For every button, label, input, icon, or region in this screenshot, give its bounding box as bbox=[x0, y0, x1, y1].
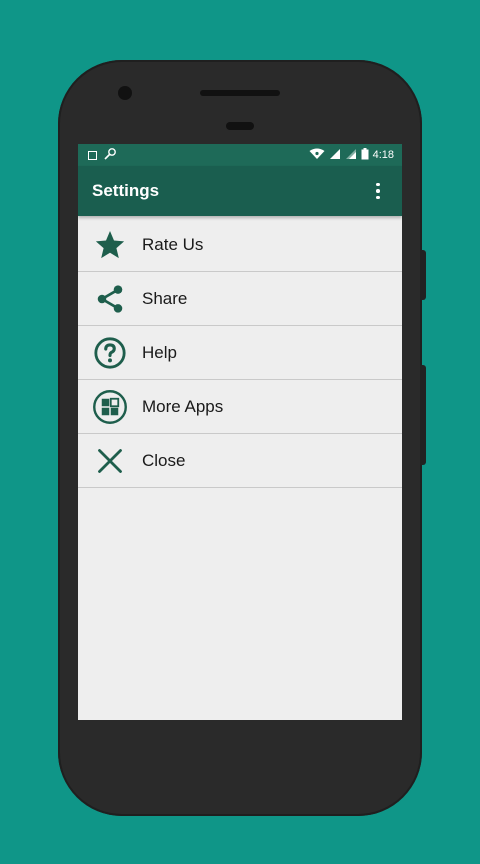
menu-item-label: Help bbox=[142, 342, 177, 362]
status-bar: 4:18 bbox=[78, 144, 402, 166]
app-bar: Settings bbox=[78, 166, 402, 216]
menu-item-help[interactable]: Help bbox=[78, 326, 402, 380]
power-button bbox=[420, 250, 426, 300]
apps-grid-icon bbox=[93, 389, 127, 424]
close-icon bbox=[98, 448, 122, 473]
battery-icon bbox=[361, 147, 369, 163]
front-camera bbox=[118, 86, 132, 100]
earpiece-speaker bbox=[200, 90, 280, 96]
page-title: Settings bbox=[92, 181, 160, 200]
star-icon bbox=[95, 230, 125, 258]
notification-square-icon bbox=[88, 150, 97, 160]
signal-icon-2 bbox=[345, 148, 357, 163]
wifi-icon bbox=[309, 148, 325, 163]
phone-screen: 4:18 Settings Rate Us Share Help More Ap… bbox=[78, 144, 402, 720]
status-time: 4:18 bbox=[372, 149, 394, 161]
settings-list: Rate Us Share Help More Apps Close bbox=[78, 218, 402, 488]
proximity-sensor bbox=[226, 122, 254, 130]
menu-item-label: Share bbox=[142, 288, 188, 308]
more-vert-icon[interactable] bbox=[368, 179, 388, 203]
menu-item-close[interactable]: Close bbox=[78, 434, 402, 488]
menu-item-label: Close bbox=[142, 450, 186, 470]
menu-item-share[interactable]: Share bbox=[78, 272, 402, 326]
menu-item-more-apps[interactable]: More Apps bbox=[78, 380, 402, 434]
share-icon bbox=[97, 284, 123, 313]
menu-item-label: Rate Us bbox=[142, 234, 204, 254]
help-circle-icon bbox=[94, 336, 126, 369]
menu-item-label: More Apps bbox=[142, 396, 224, 416]
notification-app-icon bbox=[103, 147, 117, 163]
signal-icon bbox=[329, 148, 341, 163]
volume-button bbox=[420, 365, 426, 465]
menu-item-rate-us[interactable]: Rate Us bbox=[78, 218, 402, 272]
